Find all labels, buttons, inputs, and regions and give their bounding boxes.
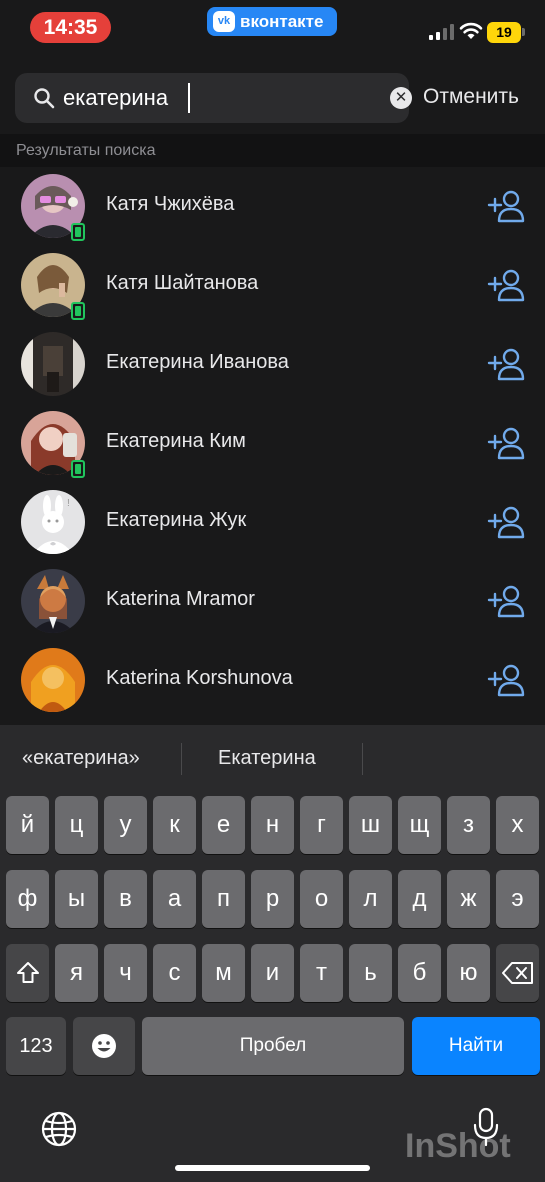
- emoji-key[interactable]: [73, 1017, 135, 1075]
- backspace-key[interactable]: [496, 944, 539, 1002]
- list-item[interactable]: ! Екатерина Жук: [0, 483, 545, 562]
- shift-key[interactable]: [6, 944, 49, 1002]
- key[interactable]: ф: [6, 870, 49, 928]
- key[interactable]: з: [447, 796, 490, 854]
- key[interactable]: щ: [398, 796, 441, 854]
- avatar: [21, 569, 85, 633]
- key[interactable]: я: [55, 944, 98, 1002]
- globe-icon[interactable]: [40, 1110, 78, 1148]
- key[interactable]: н: [251, 796, 294, 854]
- home-indicator[interactable]: [175, 1165, 370, 1171]
- numbers-key[interactable]: 123: [6, 1017, 66, 1075]
- keyboard: «екатерина» Екатерина й ц у к е н г ш щ …: [0, 725, 545, 1182]
- key[interactable]: п: [202, 870, 245, 928]
- list-item[interactable]: Екатерина Иванова: [0, 325, 545, 404]
- add-friend-icon[interactable]: [487, 189, 527, 223]
- key[interactable]: р: [251, 870, 294, 928]
- battery-icon: 19: [487, 22, 521, 43]
- key[interactable]: к: [153, 796, 196, 854]
- list-item[interactable]: Катя Чжихёва: [0, 167, 545, 246]
- list-item[interactable]: Katerina Mramor: [0, 562, 545, 641]
- key[interactable]: а: [153, 870, 196, 928]
- search-input[interactable]: [63, 81, 363, 115]
- list-item[interactable]: Екатерина Ким: [0, 404, 545, 483]
- online-indicator: [71, 460, 85, 478]
- text-caret: [188, 83, 190, 113]
- battery-tip: [522, 28, 525, 36]
- search-action-key[interactable]: Найти: [412, 1017, 540, 1075]
- result-name: Екатерина Ким: [106, 430, 246, 452]
- key[interactable]: ц: [55, 796, 98, 854]
- suggestion-quoted[interactable]: «екатерина»: [22, 747, 140, 770]
- result-name: Катя Чжихёва: [106, 193, 235, 215]
- vk-logo-icon: vk: [213, 11, 235, 32]
- key[interactable]: б: [398, 944, 441, 1002]
- svg-text:!: !: [67, 498, 70, 509]
- section-title: Результаты поиска: [0, 134, 545, 167]
- suggestion-divider: [362, 743, 363, 775]
- status-time[interactable]: 14:35: [30, 12, 111, 43]
- app-badge-label: вконтакте: [240, 12, 324, 31]
- online-indicator: [71, 302, 85, 320]
- key[interactable]: и: [251, 944, 294, 1002]
- key[interactable]: ь: [349, 944, 392, 1002]
- suggestion-divider: [181, 743, 182, 775]
- add-friend-icon[interactable]: [487, 505, 527, 539]
- app-badge[interactable]: vk вконтакте: [207, 7, 337, 36]
- key[interactable]: э: [496, 870, 539, 928]
- key[interactable]: л: [349, 870, 392, 928]
- key[interactable]: г: [300, 796, 343, 854]
- key[interactable]: й: [6, 796, 49, 854]
- shift-icon: [16, 962, 39, 983]
- cancel-button[interactable]: Отменить: [423, 85, 519, 109]
- backspace-icon: [501, 962, 533, 984]
- list-item[interactable]: Катя Шайтанова: [0, 246, 545, 325]
- key[interactable]: о: [300, 870, 343, 928]
- clear-icon[interactable]: ✕: [390, 87, 412, 109]
- key[interactable]: ы: [55, 870, 98, 928]
- search-icon: [34, 88, 55, 109]
- add-friend-icon[interactable]: [487, 584, 527, 618]
- emoji-icon: [92, 1034, 116, 1058]
- key[interactable]: т: [300, 944, 343, 1002]
- suggestion-word[interactable]: Екатерина: [218, 747, 316, 770]
- avatar: [21, 648, 85, 712]
- result-name: Katerina Mramor: [106, 588, 255, 610]
- key[interactable]: м: [202, 944, 245, 1002]
- result-name: Екатерина Жук: [106, 509, 247, 531]
- result-name: Екатерина Иванова: [106, 351, 289, 373]
- key[interactable]: е: [202, 796, 245, 854]
- add-friend-icon[interactable]: [487, 347, 527, 381]
- key[interactable]: ю: [447, 944, 490, 1002]
- key[interactable]: д: [398, 870, 441, 928]
- key[interactable]: ч: [104, 944, 147, 1002]
- status-bar: 14:35 vk вконтакте 19: [0, 0, 545, 60]
- add-friend-icon[interactable]: [487, 663, 527, 697]
- suggestion-bar: «екатерина» Екатерина: [0, 725, 545, 793]
- avatar: !: [21, 490, 85, 554]
- watermark: InShot: [405, 1127, 511, 1165]
- key[interactable]: ш: [349, 796, 392, 854]
- list-item[interactable]: Katerina Korshunova: [0, 641, 545, 720]
- result-name: Katerina Korshunova: [106, 667, 293, 689]
- search-results-list: Катя Чжихёва Катя Шайтанова Екатерина Ив…: [0, 167, 545, 725]
- key[interactable]: с: [153, 944, 196, 1002]
- key[interactable]: х: [496, 796, 539, 854]
- signal-icon: [429, 24, 454, 40]
- result-name: Катя Шайтанова: [106, 272, 259, 294]
- search-bar[interactable]: ✕: [15, 73, 412, 123]
- key[interactable]: ж: [447, 870, 490, 928]
- online-indicator: [71, 223, 85, 241]
- space-key[interactable]: Пробел: [142, 1017, 404, 1075]
- key[interactable]: в: [104, 870, 147, 928]
- add-friend-icon[interactable]: [487, 268, 527, 302]
- key[interactable]: у: [104, 796, 147, 854]
- wifi-icon: [459, 22, 483, 39]
- avatar: [21, 332, 85, 396]
- add-friend-icon[interactable]: [487, 426, 527, 460]
